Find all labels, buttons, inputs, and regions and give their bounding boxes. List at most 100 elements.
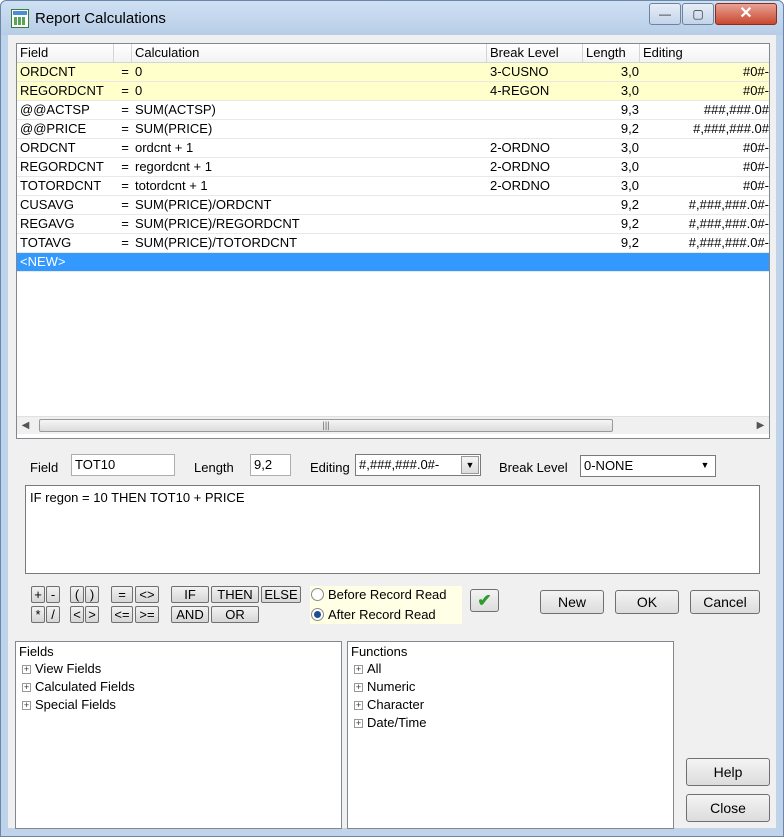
cell-calculation: totordcnt + 1 [135,178,208,193]
then-keyword-button[interactable]: THEN [211,586,259,603]
help-button[interactable]: Help [686,758,770,786]
plus-operator-button[interactable]: + [31,586,45,603]
new-row[interactable]: <NEW> [17,253,769,272]
tree-node-numeric[interactable]: + Numeric [354,678,415,696]
before-record-read-label[interactable]: Before Record Read [328,587,447,602]
cell-break-level [490,196,582,214]
ok-button[interactable]: OK [615,590,679,614]
field-label: Field [30,460,59,475]
scroll-left-arrow-icon[interactable]: ◀ [17,417,34,434]
and-keyword-button[interactable]: AND [171,606,209,623]
equals-operator-button[interactable]: = [111,586,133,603]
expand-plus-icon[interactable]: + [354,701,363,711]
cell-operator: = [121,178,129,193]
break-level-select[interactable]: 0-NONE ▼ [580,455,716,477]
cell-length: 3,0 [620,83,639,98]
after-record-read-label[interactable]: After Record Read [328,607,436,622]
cell-field: TOTAVG [20,235,72,250]
greater-equal-button[interactable]: >= [135,606,159,623]
table-row[interactable]: @@PRICE = SUM(PRICE) 9,2 #,###,###.0# [17,120,769,139]
table-row[interactable]: TOTORDCNT = totordcnt + 1 2-ORDNO 3,0 #0#- [17,177,769,196]
cell-calculation: SUM(PRICE)/ORDCNT [135,197,272,212]
editing-combobox[interactable]: #,###,###.0#- ▼ [355,454,481,476]
cell-break-level [490,234,582,252]
cell-operator: = [121,83,129,98]
cell-editing: #0#- [742,159,769,174]
if-keyword-button[interactable]: IF [171,586,209,603]
expand-plus-icon[interactable]: + [22,701,31,711]
column-header-break-level[interactable]: Break Level [487,44,583,62]
table-row[interactable]: REGAVG = SUM(PRICE)/REGORDCNT 9,2 #,###,###.… [17,215,769,234]
length-input[interactable]: 9,2 [250,454,291,476]
scroll-right-arrow-icon[interactable]: ▶ [752,417,769,434]
tree-node-character[interactable]: + Character [354,696,424,714]
cell-editing: #0#- [742,83,769,98]
column-header-editing[interactable]: Editing [640,44,769,62]
cell-break-level [490,120,582,138]
window-title: Report Calculations [35,10,166,27]
table-row[interactable]: REGORDCNT = regordcnt + 1 2-ORDNO 3,0 #0#- [17,158,769,177]
tree-node-special-fields[interactable]: + Special Fields [22,696,116,714]
right-paren-button[interactable]: ) [85,586,99,603]
field-name-input[interactable]: TOT10 [71,454,175,476]
expand-plus-icon[interactable]: + [22,683,31,693]
table-row[interactable]: TOTAVG = SUM(PRICE)/TOTORDCNT 9,2 #,###,###.… [17,234,769,253]
less-equal-button[interactable]: <= [111,606,133,623]
minus-operator-button[interactable]: - [46,586,60,603]
table-row[interactable]: @@ACTSP = SUM(ACTSP) 9,3 ###,###.0# [17,101,769,120]
maximize-button[interactable]: ▢ [682,3,714,25]
chevron-down-icon[interactable]: ▼ [696,457,714,475]
table-row[interactable]: ORDCNT = ordcnt + 1 2-ORDNO 3,0 #0#- [17,139,769,158]
column-header-length[interactable]: Length [583,44,640,62]
else-keyword-button[interactable]: ELSE [261,586,301,603]
after-record-read-radio[interactable] [311,608,324,621]
not-equal-operator-button[interactable]: <> [135,586,159,603]
column-header-operator[interactable] [114,44,132,62]
tree-node-calculated-fields[interactable]: + Calculated Fields [22,678,135,696]
cell-field: REGORDCNT [20,159,104,174]
cell-calculation: SUM(PRICE)/REGORDCNT [135,216,300,231]
cell-editing [642,253,769,271]
cell-operator: = [121,197,129,212]
cancel-button[interactable]: Cancel [690,590,760,614]
expand-plus-icon[interactable]: + [354,665,363,675]
functions-tree-panel: Functions + All + Numeric + Character + Date… [347,641,674,829]
column-header-field[interactable]: Field [17,44,114,62]
table-row[interactable]: CUSAVG = SUM(PRICE)/ORDCNT 9,2 #,###,###.0#- [17,196,769,215]
tree-node-all[interactable]: + All [354,660,381,678]
cell-break-level: 2-ORDNO [490,178,550,193]
left-paren-button[interactable]: ( [70,586,84,603]
expression-editor[interactable]: IF regon = 10 THEN TOT10 + PRICE [25,485,760,574]
chevron-down-icon[interactable]: ▼ [461,456,479,474]
table-row[interactable]: REGORDCNT = 0 4-REGON 3,0 #0#- [17,82,769,101]
horizontal-scrollbar[interactable]: ◀ ||| ▶ [17,416,769,434]
cell-length: 3,0 [620,64,639,79]
multiply-operator-button[interactable]: * [31,606,45,623]
expand-plus-icon[interactable]: + [22,665,31,675]
less-than-button[interactable]: < [70,606,84,623]
greater-than-button[interactable]: > [85,606,99,623]
expand-plus-icon[interactable]: + [354,719,363,729]
column-header-calculation[interactable]: Calculation [132,44,487,62]
new-button[interactable]: New [540,590,604,614]
close-window-button[interactable]: ✕ [715,3,777,25]
cell-break-level: 4-REGON [490,83,550,98]
cell-field: <NEW> [20,254,66,269]
expand-plus-icon[interactable]: + [354,683,363,693]
close-button[interactable]: Close [686,794,770,822]
cell-editing: ###,###.0# [703,102,769,117]
title-bar: Report Calculations — ▢ ✕ [1,1,783,35]
or-keyword-button[interactable]: OR [211,606,259,623]
minimize-button[interactable]: — [649,3,681,25]
table-row[interactable]: ORDCNT = 0 3-CUSNO 3,0 #0#- [17,63,769,82]
tree-node-date-time[interactable]: + Date/Time [354,714,426,732]
divide-operator-button[interactable]: / [46,606,60,623]
before-record-read-radio[interactable] [311,588,324,601]
check-syntax-button[interactable]: ✔ [470,589,499,612]
tree-node-view-fields[interactable]: + View Fields [22,660,101,678]
cell-length: 3,0 [620,159,639,174]
cell-field: @@PRICE [20,121,87,136]
cell-length [583,253,639,271]
editing-value: #,###,###.0#- [359,457,440,472]
scrollbar-thumb[interactable]: ||| [39,419,613,432]
